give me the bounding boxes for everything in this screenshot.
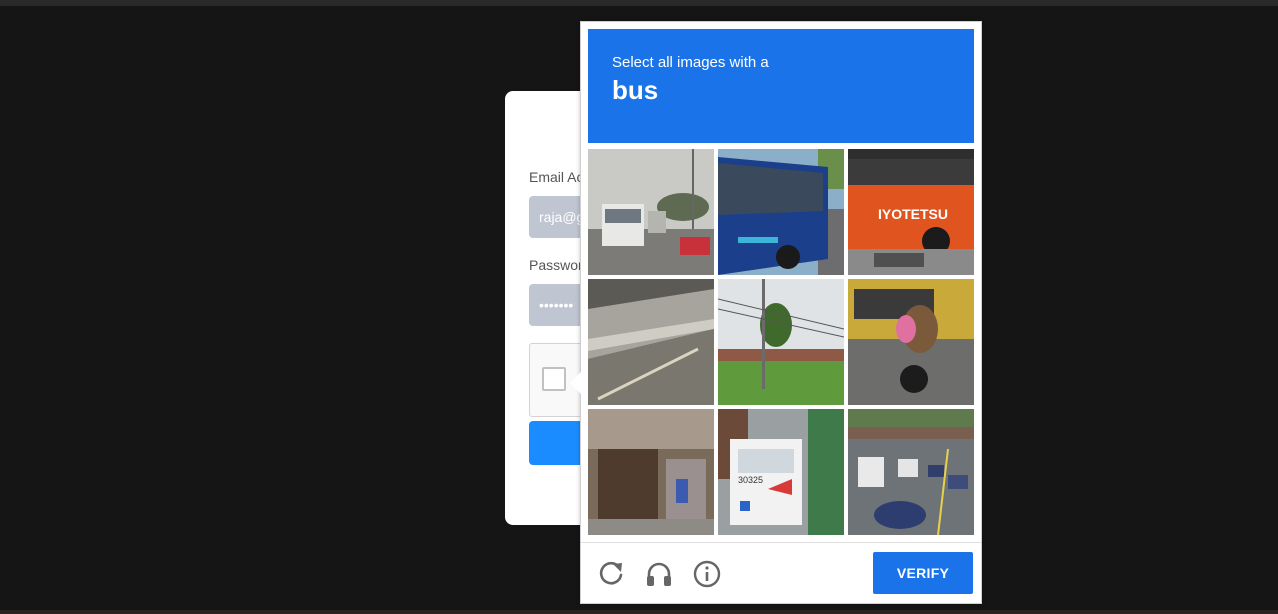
footer-divider xyxy=(581,542,981,543)
audio-icon[interactable] xyxy=(644,559,674,589)
tile-power-lines-field[interactable] xyxy=(718,279,844,405)
challenge-instruction: Select all images with a xyxy=(612,54,769,71)
tile-traffic-jam-bridge[interactable] xyxy=(848,409,974,535)
tile-orange-iyotetsu-bus[interactable]: IYOTETSU xyxy=(848,149,974,275)
svg-text:IYOTETSU: IYOTETSU xyxy=(878,206,948,222)
tile-blue-bus-side[interactable] xyxy=(718,149,844,275)
recaptcha-checkbox[interactable] xyxy=(542,367,566,391)
email-label: Email Ac xyxy=(529,169,584,185)
tile-street-white-bus[interactable] xyxy=(588,149,714,275)
tile-motorcycle-riders-yellow-bus[interactable] xyxy=(848,279,974,405)
browser-top-bar xyxy=(0,0,1278,6)
verify-button[interactable]: VERIFY xyxy=(873,552,973,594)
image-grid: IYOTETSU 30325 xyxy=(588,149,974,536)
tile-storefront-street[interactable] xyxy=(588,409,714,535)
password-label: Passwor xyxy=(529,257,583,273)
tile-highway-guardrail[interactable] xyxy=(588,279,714,405)
challenge-target-word: bus xyxy=(612,75,659,105)
tile-white-bus-rear[interactable]: 30325 xyxy=(718,409,844,535)
challenge-header: Select all images with a bus xyxy=(588,29,974,143)
info-icon[interactable] xyxy=(692,559,722,589)
browser-bottom-bar xyxy=(0,610,1278,614)
svg-text:30325: 30325 xyxy=(738,475,763,485)
reload-icon[interactable] xyxy=(597,559,627,589)
challenge-pointer xyxy=(570,372,581,394)
captcha-challenge: Select all images with a bus IYOTETSU 30… xyxy=(570,21,982,604)
